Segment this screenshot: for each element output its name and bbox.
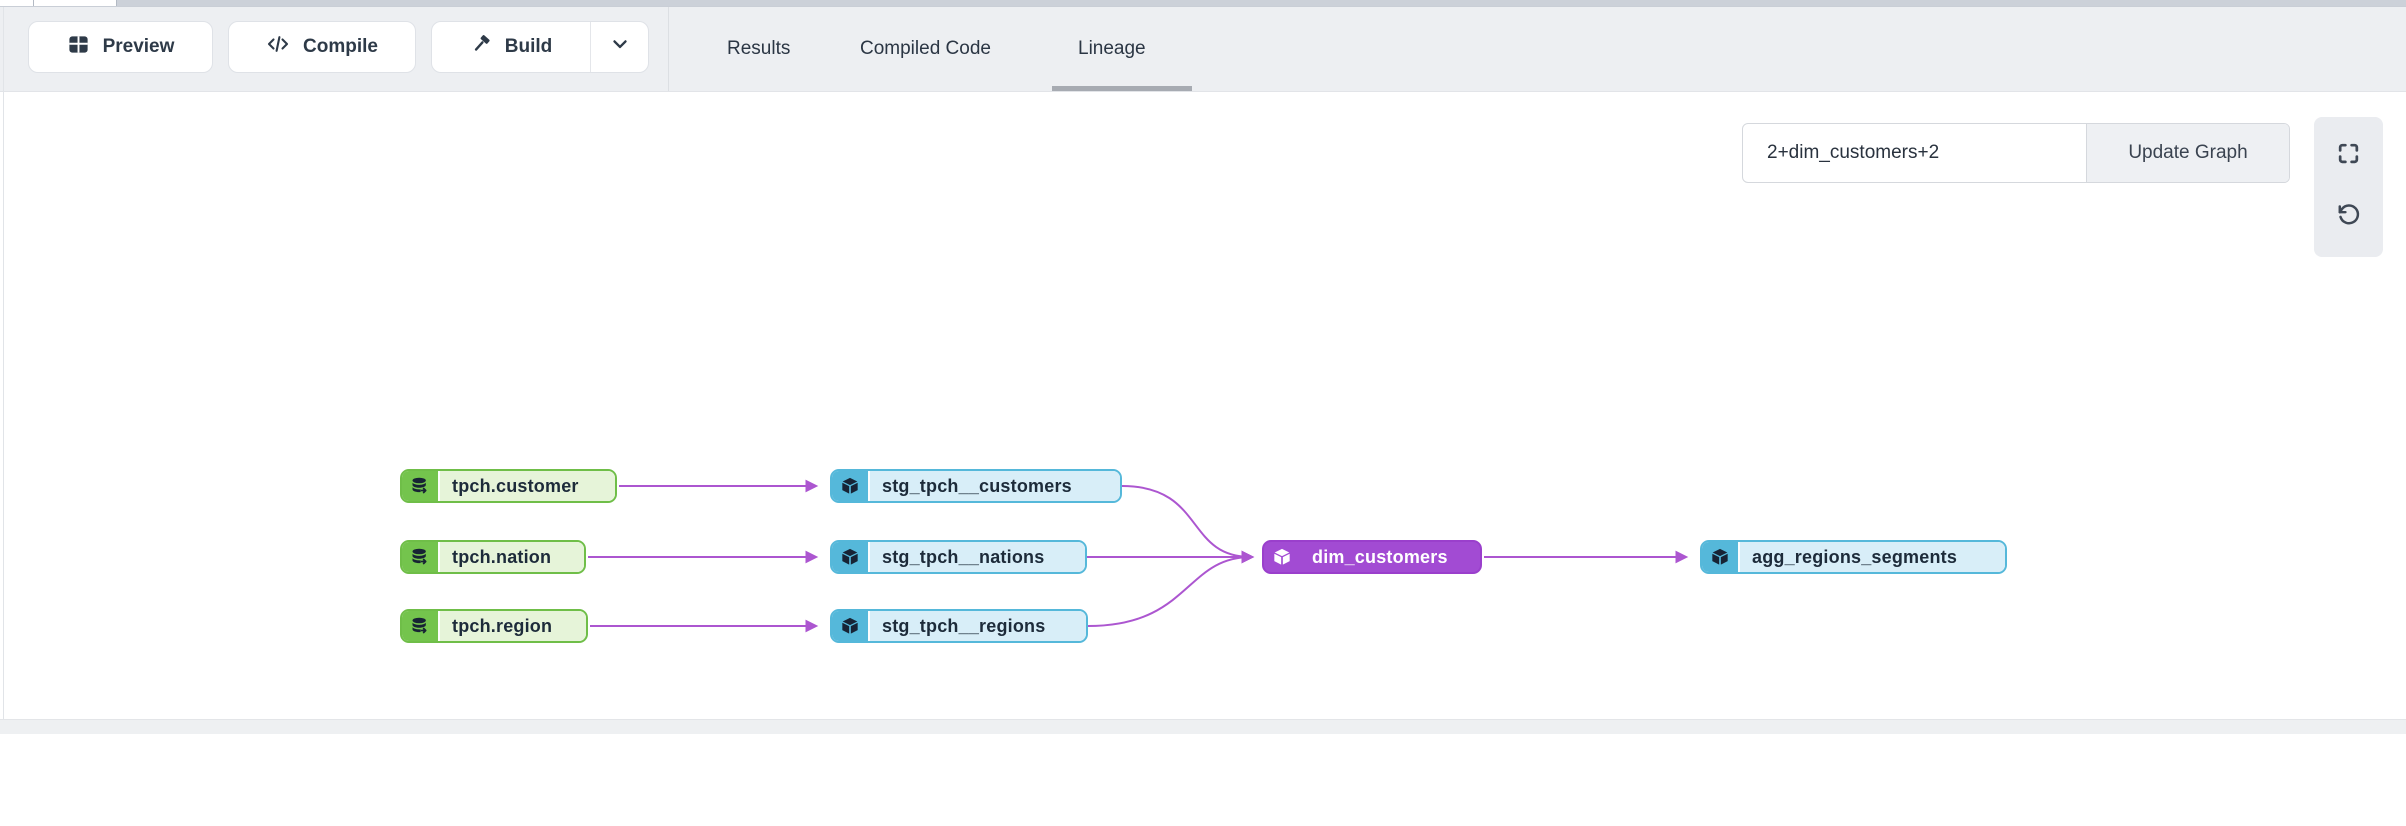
lineage-canvas[interactable]: tpch.customer tpch.nation tpch.region st…	[0, 92, 2406, 720]
pane-bottom-edge	[0, 719, 2406, 734]
preview-button[interactable]: Preview	[28, 21, 213, 73]
hammer-icon	[470, 33, 492, 61]
lineage-selector-input[interactable]: 2+dim_customers+2	[1743, 124, 2086, 182]
update-graph-button[interactable]: Update Graph	[2086, 124, 2289, 182]
reset-view-button[interactable]	[2327, 196, 2371, 240]
upper-pane-divider	[33, 0, 34, 6]
compile-button[interactable]: Compile	[228, 21, 416, 73]
fullscreen-icon	[2336, 141, 2361, 171]
node-tpch-customer[interactable]: tpch.customer	[400, 469, 617, 503]
node-label: tpch.customer	[438, 471, 615, 501]
tab-compiled-code-label: Compiled Code	[860, 38, 991, 60]
table-icon	[67, 33, 90, 62]
update-graph-label: Update Graph	[2128, 142, 2247, 164]
node-stg_tpch__customers[interactable]: stg_tpch__customers	[830, 469, 1122, 503]
node-label: tpch.nation	[438, 542, 584, 572]
node-dim_customers[interactable]: dim_customers	[1262, 540, 1482, 574]
pane-left-border	[3, 7, 4, 734]
node-label: stg_tpch__regions	[868, 611, 1086, 641]
database-source-icon	[402, 542, 438, 572]
rotate-ccw-icon	[2336, 202, 2362, 233]
tab-results[interactable]: Results	[727, 7, 790, 91]
build-button[interactable]: Build	[432, 22, 590, 72]
toolbar-tabs-divider	[668, 7, 669, 91]
node-tpch-nation[interactable]: tpch.nation	[400, 540, 586, 574]
cube-icon	[1702, 542, 1738, 572]
chevron-down-icon	[609, 33, 631, 61]
tab-lineage-label: Lineage	[1078, 38, 1146, 60]
build-button-group: Build	[431, 21, 649, 73]
tab-results-label: Results	[727, 38, 790, 60]
edge-stg_tpch__customers-to-dim_customers	[1122, 486, 1251, 557]
upper-pane-edge	[0, 0, 2406, 7]
node-label: dim_customers	[1300, 542, 1480, 572]
compile-button-label: Compile	[303, 36, 378, 58]
upper-pane-divider	[116, 0, 117, 6]
node-label: stg_tpch__customers	[868, 471, 1120, 501]
database-source-icon	[402, 471, 438, 501]
lineage-selector-value: 2+dim_customers+2	[1767, 142, 1939, 164]
node-label: tpch.region	[438, 611, 586, 641]
edge-stg_tpch__regions-to-dim_customers	[1088, 557, 1251, 626]
results-pane-toolbar: Preview Compile Build	[0, 7, 2406, 92]
tab-compiled-code[interactable]: Compiled Code	[860, 7, 991, 91]
cube-icon	[832, 611, 868, 641]
database-source-icon	[402, 611, 438, 641]
build-button-label: Build	[505, 36, 553, 58]
lineage-view-controls	[2314, 117, 2383, 257]
lineage-edges	[0, 92, 2406, 826]
build-dropdown-button[interactable]	[590, 22, 648, 72]
cube-icon	[1264, 542, 1300, 572]
fullscreen-button[interactable]	[2327, 134, 2371, 178]
node-stg_tpch__regions[interactable]: stg_tpch__regions	[830, 609, 1088, 643]
tab-lineage[interactable]: Lineage	[1078, 7, 1146, 91]
preview-button-label: Preview	[103, 36, 175, 58]
upper-pane-tabstrip	[116, 0, 2406, 6]
lineage-selector-group: 2+dim_customers+2 Update Graph	[1742, 123, 2290, 183]
node-label: stg_tpch__nations	[868, 542, 1085, 572]
node-stg_tpch__nations[interactable]: stg_tpch__nations	[830, 540, 1087, 574]
node-agg_regions_segments[interactable]: agg_regions_segments	[1700, 540, 2007, 574]
cube-icon	[832, 542, 868, 572]
node-label: agg_regions_segments	[1738, 542, 2005, 572]
node-tpch-region[interactable]: tpch.region	[400, 609, 588, 643]
active-tab-indicator	[1052, 86, 1192, 91]
code-icon	[266, 32, 290, 62]
cube-icon	[832, 471, 868, 501]
